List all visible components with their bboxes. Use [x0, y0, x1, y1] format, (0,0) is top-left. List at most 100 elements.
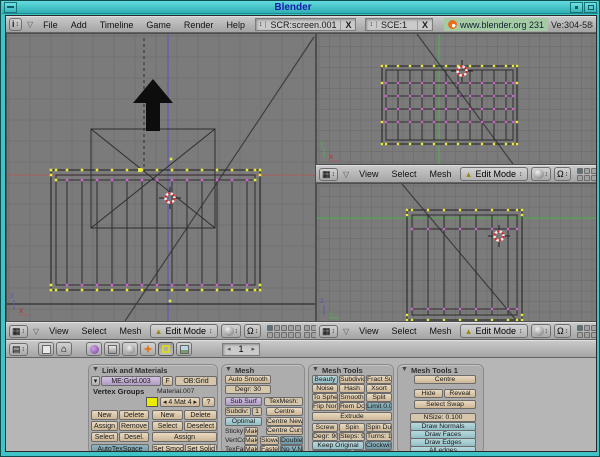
viewport-type-button[interactable]: ▦↕ [319, 325, 338, 338]
menu-help[interactable]: Help [221, 20, 250, 30]
keep-original-toggle[interactable]: Keep Original [312, 441, 364, 450]
window-iconify-button[interactable] [570, 2, 583, 13]
scene-name-field[interactable]: SCE:1 [377, 20, 417, 30]
scene-selector[interactable]: ↕ SCE:1 X [365, 18, 433, 31]
material-new-button[interactable]: New [152, 410, 183, 420]
material-select-button[interactable]: Select [152, 421, 183, 431]
header-collapse-icon[interactable]: ▽ [25, 20, 35, 29]
material-delete-button[interactable]: Delete [184, 410, 217, 420]
menu-select[interactable]: Select [387, 326, 422, 336]
centre-button[interactable]: Centre [414, 375, 476, 384]
split-button[interactable]: Split [366, 393, 392, 402]
scene-context-button[interactable] [176, 342, 192, 356]
window-menu-button[interactable] [4, 2, 17, 13]
header-collapse-icon[interactable]: ▽ [341, 327, 351, 336]
material-index-stepper[interactable]: ◂4 Mat 4▸ [160, 397, 200, 407]
layer-buttons[interactable] [577, 168, 596, 181]
mode-dropdown[interactable]: ▲Edit Mode↕ [460, 167, 528, 181]
menu-render[interactable]: Render [179, 20, 219, 30]
subdivide-button[interactable]: Subdivide [339, 375, 365, 384]
turns-spinner[interactable]: Turns: 1 [366, 432, 392, 441]
spin-dup-button[interactable]: Spin Dup [366, 423, 392, 432]
window-titlebar[interactable]: Blender [2, 1, 598, 14]
centre-button[interactable]: Centre [266, 407, 303, 416]
vgroup-deselect-button[interactable]: Desel. [119, 432, 149, 442]
window-type-button[interactable]: ▤↕ [9, 343, 28, 356]
layer-buttons[interactable] [577, 325, 596, 338]
stepper-right-icon[interactable]: ▸ [193, 398, 197, 407]
rem-doubles-button[interactable]: Rem Doub [339, 402, 365, 411]
object-context-button[interactable] [140, 342, 156, 356]
vgroup-delete-button[interactable]: Delete [119, 410, 149, 420]
fake-user-button[interactable]: F [162, 376, 173, 386]
subdiv-spinner[interactable]: Subdiv: 1 [225, 407, 251, 416]
set-solid-button[interactable]: Set Solid [185, 444, 217, 452]
mode-dropdown[interactable]: ▲Edit Mode↕ [460, 324, 528, 338]
material-assign-button[interactable]: Assign [152, 432, 217, 442]
smooth-button[interactable]: Smooth [339, 393, 365, 402]
subsurf-toggle[interactable]: Sub Surf [225, 397, 262, 406]
menu-mesh[interactable]: Mesh [425, 169, 457, 179]
menu-view[interactable]: View [354, 169, 383, 179]
spin-button[interactable]: Spin [339, 423, 365, 432]
menu-timeline[interactable]: Timeline [95, 20, 139, 30]
vgroup-remove-button[interactable]: Remove [119, 421, 149, 431]
panel-collapse-icon[interactable]: ▼ [401, 366, 408, 373]
draw-type-button[interactable]: ↕ [531, 167, 552, 181]
menu-add[interactable]: Add [66, 20, 92, 30]
scene-browse-icon[interactable]: ↕ [366, 21, 377, 28]
scene-delete-button[interactable]: X [417, 20, 432, 30]
steps-spinner[interactable]: Steps: 9 [339, 432, 365, 441]
mesh-browse-button[interactable]: ▾ [91, 376, 100, 386]
limit-spinner[interactable]: Limit 0.001 [366, 402, 392, 411]
screen-selector[interactable]: ↕ SCR:screen.001 X [255, 18, 357, 31]
centre-cursor-button[interactable]: Centre Cursor [266, 426, 303, 435]
hash-button[interactable]: Hash [339, 384, 365, 393]
material-color-swatch[interactable] [146, 397, 158, 407]
degr-spinner[interactable]: Degr: 30 [225, 385, 271, 394]
menu-file[interactable]: File [38, 20, 63, 30]
menu-mesh[interactable]: Mesh [115, 326, 147, 336]
xsort-button[interactable]: Xsort [366, 384, 392, 393]
no-vnormal-toggle[interactable]: No V.Normal [280, 445, 303, 452]
draw-type-button[interactable]: ↕ [221, 324, 242, 338]
to-sphere-button[interactable]: To Sphere [312, 393, 338, 402]
menu-game[interactable]: Game [141, 20, 176, 30]
screen-delete-button[interactable]: X [340, 20, 355, 30]
viewport-side[interactable]: zy [316, 183, 597, 322]
optimal-toggle[interactable]: Optimal [225, 417, 262, 426]
pivot-button[interactable]: Ω↕ [554, 167, 571, 181]
mode-dropdown[interactable]: ▲Edit Mode↕ [150, 324, 218, 338]
subdiv-render-spinner[interactable]: 1 [252, 407, 262, 416]
select-swap-button[interactable]: Select Swap [414, 400, 476, 409]
sticky-make-button[interactable]: Make [244, 427, 258, 436]
screen-name-field[interactable]: SCR:screen.001 [266, 20, 340, 30]
clockwise-toggle[interactable]: Clockwise [365, 441, 392, 450]
menu-view[interactable]: View [44, 326, 73, 336]
extrude-button[interactable]: Extrude [312, 412, 392, 421]
pivot-button[interactable]: Ω↕ [554, 324, 571, 338]
beauty-toggle[interactable]: Beauty [312, 375, 338, 384]
set-smooth-button[interactable]: Set Smoo [152, 444, 184, 452]
header-collapse-icon[interactable]: ▽ [341, 170, 351, 179]
panel-collapse-icon[interactable]: ▼ [225, 366, 232, 373]
all-edges-toggle[interactable]: All edges [410, 446, 476, 452]
shading-context-button[interactable] [122, 342, 138, 356]
viewport-front[interactable]: zx [6, 33, 316, 322]
nsize-spinner[interactable]: NSize: 0.100 [410, 413, 476, 422]
vertcol-make-button[interactable]: Make [244, 436, 258, 445]
centre-new-button[interactable]: Centre New [266, 417, 303, 426]
editing-context-button[interactable] [158, 342, 174, 356]
window-type-button[interactable]: i ↕ [9, 18, 22, 31]
autotexspace-toggle[interactable]: AutoTexSpace [91, 444, 149, 452]
menu-select[interactable]: Select [77, 326, 112, 336]
faster-draw-button[interactable]: FasterDr [260, 445, 279, 452]
panel-collapse-icon[interactable]: ▼ [312, 366, 319, 373]
frame-number-stepper[interactable]: ◂ 1 ▸ [222, 343, 260, 356]
viewport-top[interactable]: yx [316, 33, 597, 165]
vgroup-assign-button[interactable]: Assign [91, 421, 118, 431]
panels-view-button[interactable] [38, 342, 54, 356]
texface-make-button[interactable]: Make [244, 445, 258, 452]
pivot-button[interactable]: Ω↕ [244, 324, 261, 338]
fract-sub-button[interactable]: Fract Sub [366, 375, 392, 384]
